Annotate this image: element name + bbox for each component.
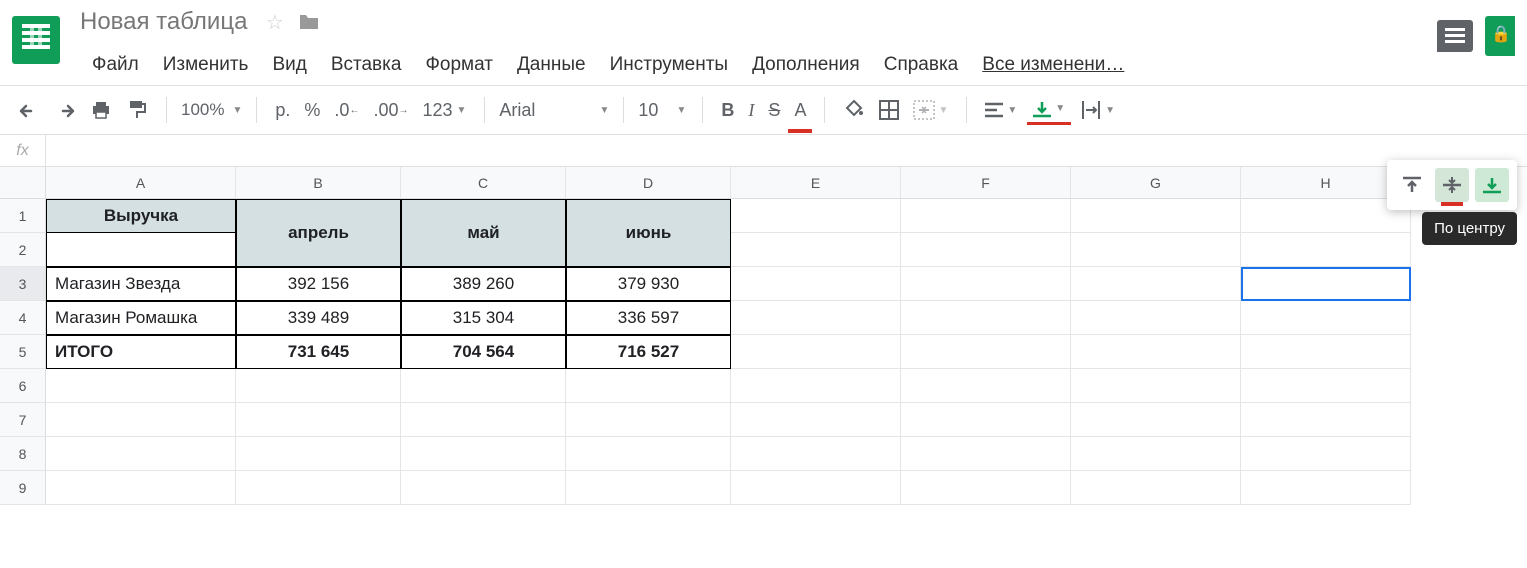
valign-bottom-option[interactable]: [1475, 168, 1509, 202]
cell-A4[interactable]: Магазин Ромашка: [46, 301, 236, 335]
italic-button[interactable]: I: [744, 94, 758, 127]
print-icon[interactable]: [86, 94, 116, 126]
sheets-logo-icon: [12, 16, 60, 64]
cell-D4[interactable]: 336 597: [566, 301, 731, 335]
row-header-1[interactable]: 1: [0, 199, 46, 233]
menu-addons[interactable]: Дополнения: [740, 48, 872, 82]
font-select[interactable]: Arial▼: [499, 100, 609, 121]
cell-C1[interactable]: май: [401, 199, 566, 267]
col-header-A[interactable]: A: [46, 167, 236, 199]
cell-B1[interactable]: апрель: [236, 199, 401, 267]
undo-icon[interactable]: [14, 96, 44, 124]
percent-button[interactable]: %: [300, 94, 324, 127]
spreadsheet-grid: 1 2 3 4 5 6 7 8 9 A B C D E F G H апрель…: [0, 167, 1527, 505]
decrease-decimal-button[interactable]: .0←: [330, 94, 363, 127]
cell-C4[interactable]: 315 304: [401, 301, 566, 335]
zoom-select[interactable]: 100%▼: [181, 100, 242, 120]
cell-D5[interactable]: 716 527: [566, 335, 731, 369]
menu-tools[interactable]: Инструменты: [598, 48, 740, 82]
select-all-corner[interactable]: [0, 167, 46, 199]
cell-A3[interactable]: Магазин Звезда: [46, 267, 236, 301]
font-size-select[interactable]: 10▼: [638, 100, 688, 121]
cell-D1[interactable]: июнь: [566, 199, 731, 267]
col-header-C[interactable]: C: [401, 167, 566, 199]
menu-format[interactable]: Формат: [413, 48, 505, 82]
currency-button[interactable]: р.: [271, 94, 294, 127]
strikethrough-button[interactable]: S: [764, 94, 784, 127]
valign-popup: [1387, 160, 1517, 210]
formula-bar: fx: [0, 135, 1527, 167]
cell-E1[interactable]: [731, 199, 901, 233]
menu-file[interactable]: Файл: [80, 48, 151, 82]
increase-decimal-button[interactable]: .00→: [369, 94, 412, 127]
revision-link[interactable]: Все изменени…: [970, 48, 1136, 82]
col-header-D[interactable]: D: [566, 167, 731, 199]
row-header-7[interactable]: 7: [0, 403, 46, 437]
menu-insert[interactable]: Вставка: [319, 48, 414, 82]
valign-top-option[interactable]: [1395, 168, 1429, 202]
paint-format-icon[interactable]: [122, 93, 152, 127]
col-header-F[interactable]: F: [901, 167, 1071, 199]
bold-button[interactable]: B: [717, 94, 738, 127]
menu-help[interactable]: Справка: [872, 48, 971, 82]
cell-A5[interactable]: ИТОГО: [46, 335, 236, 369]
app-header: Новая таблица ☆ Файл Изменить Вид Вставк…: [0, 0, 1527, 85]
menu-view[interactable]: Вид: [260, 48, 318, 82]
fx-icon: fx: [0, 135, 46, 166]
row-header-3[interactable]: 3: [0, 267, 46, 301]
fill-color-icon[interactable]: [839, 93, 869, 127]
valign-button[interactable]: ▼: [1027, 96, 1071, 125]
valign-tooltip: По центру: [1422, 212, 1517, 245]
menu-data[interactable]: Данные: [505, 48, 598, 82]
number-format-button[interactable]: 123▼: [418, 94, 470, 127]
row-header-5[interactable]: 5: [0, 335, 46, 369]
merge-cells-icon[interactable]: ▼: [909, 94, 952, 126]
cell-A1[interactable]: Выручка: [46, 199, 236, 233]
borders-icon[interactable]: [875, 94, 903, 126]
row-header-8[interactable]: 8: [0, 437, 46, 471]
row-header-4[interactable]: 4: [0, 301, 46, 335]
col-header-E[interactable]: E: [731, 167, 901, 199]
cell-H3-active[interactable]: [1241, 267, 1411, 301]
share-button[interactable]: [1485, 16, 1515, 56]
halign-icon[interactable]: ▼: [981, 96, 1021, 124]
cell-C5[interactable]: 704 564: [401, 335, 566, 369]
col-header-H[interactable]: H: [1241, 167, 1411, 199]
star-icon[interactable]: ☆: [266, 10, 284, 35]
valign-middle-option[interactable]: [1435, 168, 1469, 202]
cell-B4[interactable]: 339 489: [236, 301, 401, 335]
cell-A2[interactable]: [46, 233, 236, 267]
row-header-2[interactable]: 2: [0, 233, 46, 267]
comments-icon[interactable]: [1437, 20, 1473, 52]
cell-B3[interactable]: 392 156: [236, 267, 401, 301]
folder-icon[interactable]: [298, 13, 320, 31]
cell-C3[interactable]: 389 260: [401, 267, 566, 301]
col-header-G[interactable]: G: [1071, 167, 1241, 199]
text-color-button[interactable]: A: [790, 94, 810, 127]
row-header-9[interactable]: 9: [0, 471, 46, 505]
cell-B5[interactable]: 731 645: [236, 335, 401, 369]
menubar: Файл Изменить Вид Вставка Формат Данные …: [80, 48, 1437, 82]
menu-edit[interactable]: Изменить: [151, 48, 261, 82]
cell-D3[interactable]: 379 930: [566, 267, 731, 301]
redo-icon[interactable]: [50, 96, 80, 124]
row-header-6[interactable]: 6: [0, 369, 46, 403]
doc-title[interactable]: Новая таблица: [80, 8, 247, 36]
toolbar: 100%▼ р. % .0← .00→ 123▼ Arial▼ 10▼ B I …: [0, 85, 1527, 135]
col-header-B[interactable]: B: [236, 167, 401, 199]
wrap-icon[interactable]: ▼: [1077, 95, 1119, 125]
